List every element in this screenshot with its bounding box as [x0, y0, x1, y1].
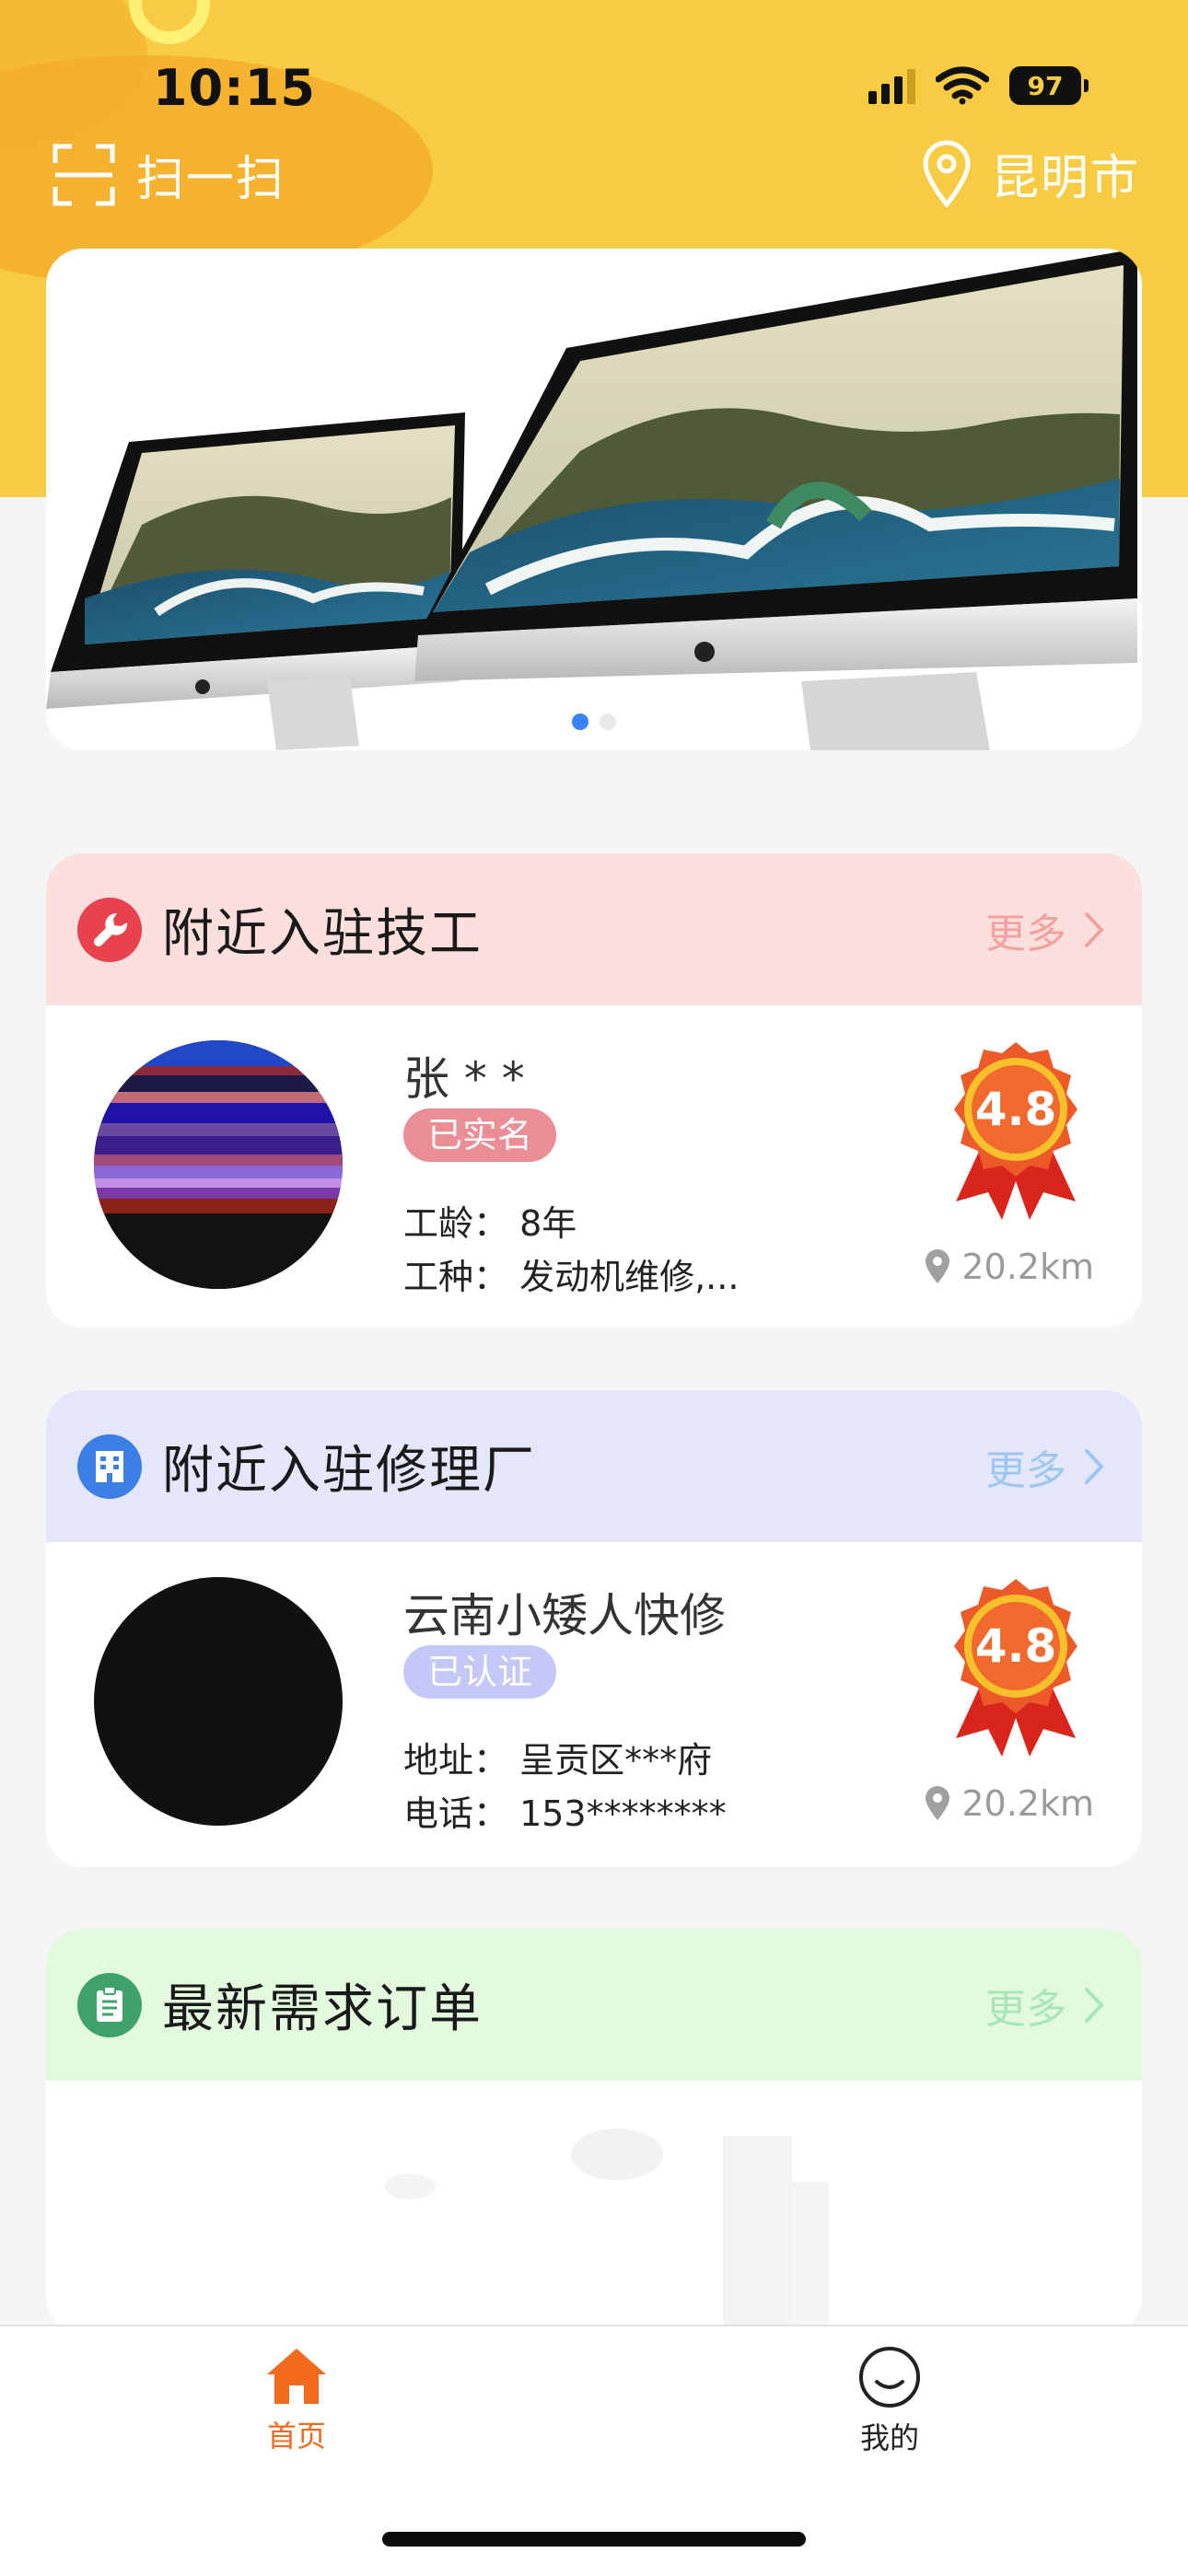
- latest-orders-more-button[interactable]: 更多: [985, 1976, 1105, 2035]
- chevron-right-icon: [1085, 911, 1104, 947]
- location-pin-icon: [923, 140, 971, 208]
- repair-shops-header: 附近入驻修理厂 更多: [46, 1390, 1142, 1542]
- distance-label: 20.2km: [961, 1247, 1094, 1287]
- rating-value: 4.8: [974, 1083, 1057, 1136]
- technicians-card: 附近入驻技工 更多 张 * * 已实名 工龄： 8年 工种： 发动机维修,...…: [46, 853, 1142, 1328]
- more-label: 更多: [985, 1985, 1066, 2033]
- technician-name: 张 * *: [403, 1052, 525, 1106]
- latest-orders-card: 最新需求订单 更多: [46, 1929, 1142, 2334]
- banner-carousel[interactable]: [46, 249, 1142, 750]
- city-selector[interactable]: 昆明市: [921, 138, 1140, 208]
- latest-orders-header: 最新需求订单 更多: [46, 1929, 1142, 2081]
- repair-shop-list-item[interactable]: 云南小矮人快修 已认证 地址： 呈贡区***府 电话： 153******** …: [46, 1542, 1142, 1864]
- clipboard-icon: [77, 1972, 142, 2037]
- more-label: 更多: [985, 1446, 1066, 1494]
- scan-button[interactable]: 扫一扫: [52, 140, 285, 209]
- rating-medal: 4.8: [938, 1040, 1094, 1224]
- cellular-signal-icon: [868, 67, 915, 104]
- building-icon: [77, 1433, 142, 1499]
- battery-icon: 97: [1009, 66, 1089, 105]
- distance-label: 20.2km: [961, 1783, 1094, 1824]
- technician-trade: 工种： 发动机维修,...: [403, 1257, 740, 1297]
- status-time: 10:15: [153, 59, 316, 117]
- chevron-right-icon: [1085, 1987, 1104, 2023]
- scan-label: 扫一扫: [136, 152, 286, 207]
- more-label: 更多: [985, 910, 1066, 957]
- wrench-icon: [77, 897, 142, 962]
- repair-shops-more-button[interactable]: 更多: [985, 1437, 1105, 1496]
- carousel-dot[interactable]: [600, 714, 616, 730]
- repair-shop-name: 云南小矮人快修: [403, 1589, 726, 1642]
- technician-distance: 20.2km: [925, 1247, 1094, 1287]
- repair-shop-avatar: [94, 1577, 343, 1826]
- tab-mine-label: 我的: [859, 2420, 919, 2455]
- scan-icon: [52, 144, 115, 205]
- carousel-indicators: [46, 714, 1142, 730]
- chevron-right-icon: [1085, 1448, 1104, 1484]
- banner-image: [46, 249, 1137, 750]
- carousel-dot-active[interactable]: [572, 714, 588, 730]
- location-pin-icon: [926, 1786, 950, 1820]
- repair-shops-card: 附近入驻修理厂 更多 云南小矮人快修 已认证 地址： 呈贡区***府 电话： 1…: [46, 1390, 1142, 1867]
- rating-medal: 4.8: [938, 1577, 1094, 1761]
- home-icon: [267, 2349, 326, 2404]
- battery-level: 97: [1009, 66, 1081, 105]
- verified-badge: 已实名: [403, 1108, 557, 1162]
- repair-shop-phone: 电话： 153********: [403, 1793, 727, 1834]
- repair-shops-title: 附近入驻修理厂: [162, 1441, 536, 1501]
- certified-badge: 已认证: [403, 1645, 557, 1699]
- technicians-more-button[interactable]: 更多: [985, 900, 1105, 959]
- technician-experience: 工龄： 8年: [403, 1203, 577, 1244]
- home-indicator: [382, 2532, 806, 2547]
- tab-home-label: 首页: [266, 2419, 326, 2454]
- tab-mine[interactable]: 我的: [798, 2345, 982, 2457]
- empty-state-illustration: [46, 2081, 1142, 2334]
- tab-home[interactable]: 首页: [204, 2345, 389, 2455]
- technicians-header: 附近入驻技工 更多: [46, 853, 1142, 1005]
- rating-value: 4.8: [974, 1619, 1057, 1673]
- city-label: 昆明市: [990, 150, 1140, 206]
- latest-orders-title: 最新需求订单: [162, 1979, 483, 2039]
- repair-shop-distance: 20.2km: [925, 1783, 1094, 1824]
- status-icons: 97: [868, 66, 1089, 105]
- smile-face-icon: [859, 2347, 920, 2408]
- technicians-title: 附近入驻技工: [162, 904, 483, 964]
- wifi-icon: [936, 66, 989, 105]
- repair-shop-address: 地址： 呈贡区***府: [403, 1740, 713, 1781]
- technician-list-item[interactable]: 张 * * 已实名 工龄： 8年 工种： 发动机维修,... 4.8 20.2k…: [46, 1005, 1142, 1328]
- technician-avatar: [94, 1040, 343, 1289]
- location-pin-icon: [926, 1249, 950, 1283]
